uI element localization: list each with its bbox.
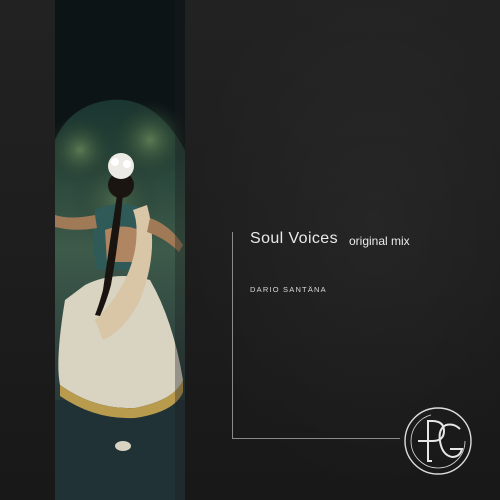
artist-name: DARIO SANTÄNA	[250, 285, 327, 294]
track-subtitle: original mix	[349, 234, 410, 248]
track-title: Soul Voices	[250, 230, 339, 247]
title-vertical-rule	[232, 232, 233, 438]
dancer-photo	[55, 0, 185, 500]
ds-monogram-circle-icon	[402, 405, 474, 477]
album-cover: Soul Voices original mix DARIO SANTÄNA	[0, 0, 500, 500]
bottom-horizontal-rule	[232, 438, 400, 439]
